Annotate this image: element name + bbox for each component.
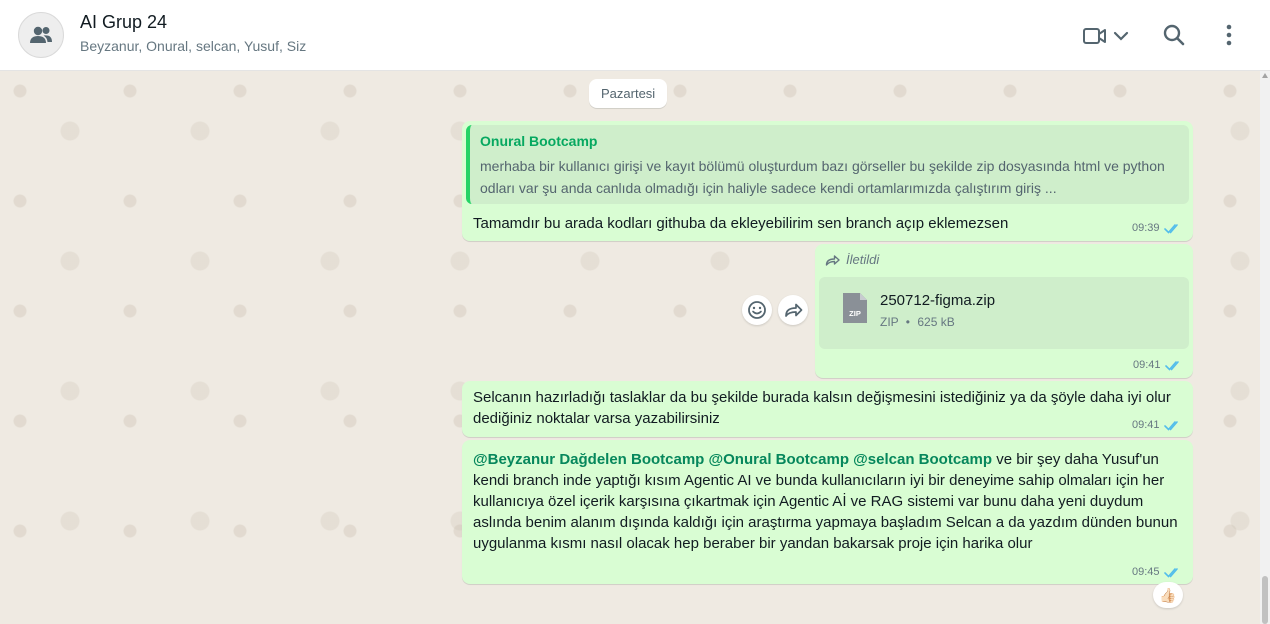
search-button[interactable] [1158, 19, 1190, 51]
message-bubble-reply[interactable]: Onural Bootcamp merhaba bir kullanıcı gi… [462, 121, 1193, 241]
message-meta: 09:41 [1133, 359, 1182, 371]
file-name: 250712-figma.zip [880, 292, 996, 309]
forward-icon [785, 303, 803, 317]
forward-icon [825, 254, 840, 266]
mention-beyzanur[interactable]: @Beyzanur Dağdelen Bootcamp [473, 451, 704, 468]
chat-members-list[interactable]: Beyzanur, Onural, selcan, Yusuf, Siz [80, 38, 306, 54]
kebab-menu-icon [1226, 24, 1232, 46]
chat-header: AI Grup 24 Beyzanur, Onural, selcan, Yus… [0, 0, 1270, 71]
scrollbar-thumb[interactable] [1262, 576, 1268, 624]
double-check-icon [1163, 420, 1178, 431]
thumbs-up-emoji: 👍🏻 [1159, 586, 1177, 603]
forwarded-label: İletildi [846, 252, 880, 267]
group-avatar[interactable] [18, 12, 64, 58]
message-reaction[interactable]: 👍🏻 [1153, 582, 1183, 608]
file-size: 625 kB [917, 315, 955, 329]
message-text: Tamamdır bu arada kodları githuba da ekl… [473, 215, 1009, 232]
chevron-down-icon [1113, 31, 1129, 41]
message-time: 09:45 [1132, 566, 1160, 578]
mention-onural[interactable]: @Onural Bootcamp [709, 451, 849, 468]
video-call-icon [1083, 28, 1106, 44]
double-check-icon [1164, 360, 1179, 371]
date-divider: Pazartesi [589, 79, 668, 108]
double-check-icon [1163, 223, 1178, 234]
quoted-author: Onural Bootcamp [480, 133, 598, 149]
message-bubble-text[interactable]: Selcanın hazırladığı taslaklar da bu şek… [462, 381, 1193, 437]
emoji-icon [748, 301, 766, 319]
menu-button[interactable] [1214, 19, 1244, 51]
forwarded-indicator: İletildi [825, 252, 879, 267]
react-emoji-button[interactable] [742, 295, 772, 325]
message-text: Selcanın hazırladığı taslaklar da bu şek… [473, 389, 1171, 427]
message-bubble-mentions[interactable]: @Beyzanur Dağdelen Bootcamp @Onural Boot… [462, 440, 1193, 584]
file-type: ZIP [880, 315, 899, 329]
chat-scrollbar[interactable] [1260, 71, 1270, 624]
chat-message-area[interactable]: Pazartesi Onural Bootcamp merhaba bir ku… [0, 71, 1260, 624]
video-call-button[interactable] [1078, 20, 1134, 52]
message-meta: 09:45 [1132, 566, 1181, 578]
search-icon [1163, 24, 1185, 46]
message-meta: 09:39 [1132, 222, 1181, 234]
zip-file-icon: ZIP [843, 293, 867, 323]
message-bubble-file[interactable]: İletildi ZIP 250712-figma.zip ZIP • 625 … [815, 244, 1193, 378]
message-text-with-mentions: @Beyzanur Dağdelen Bootcamp @Onural Boot… [473, 449, 1185, 554]
double-check-icon [1163, 567, 1178, 578]
file-attachment[interactable]: ZIP 250712-figma.zip ZIP • 625 kB [819, 277, 1189, 349]
quoted-text: merhaba bir kullanıcı girişi ve kayıt bö… [480, 158, 1165, 196]
message-time: 09:41 [1132, 419, 1160, 431]
scroll-up-arrow[interactable] [1262, 73, 1268, 78]
file-meta-separator: • [905, 315, 910, 329]
mention-selcan[interactable]: @selcan Bootcamp [853, 451, 992, 468]
message-time: 09:39 [1132, 222, 1160, 234]
quoted-message[interactable]: Onural Bootcamp merhaba bir kullanıcı gi… [466, 125, 1189, 204]
group-icon [30, 26, 52, 43]
forward-message-button[interactable] [778, 295, 808, 325]
zip-badge-text: ZIP [849, 309, 861, 318]
file-details: ZIP • 625 kB [880, 315, 955, 329]
message-time: 09:41 [1133, 359, 1161, 371]
chat-title[interactable]: AI Grup 24 [80, 12, 167, 33]
message-meta: 09:41 [1132, 419, 1181, 431]
